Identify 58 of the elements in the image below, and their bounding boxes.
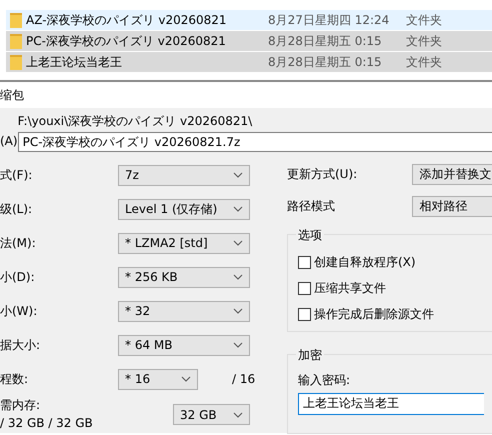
checkbox[interactable] [298, 308, 311, 320]
thread-count: / 16 [232, 371, 256, 388]
caret-icon [233, 172, 243, 178]
caret-icon [233, 412, 243, 418]
file-date: 8月28日星期五 0:15 [268, 33, 383, 50]
file-name: PC-深夜学校のパイズリ v20260821 [26, 33, 226, 50]
field-label: 式(F): [0, 167, 34, 184]
checkbox[interactable] [298, 256, 311, 268]
checkbox-label: 压缩共享文件 [314, 280, 386, 297]
file-row[interactable]: AZ-深夜学校のパイズリ v20260821 8月27日星期四 12:24 文件夹 [6, 10, 492, 30]
field-label: (A) [0, 134, 18, 148]
caret-icon [233, 206, 243, 212]
folder-icon [10, 54, 22, 70]
caret-icon [181, 376, 191, 382]
field-label: 小(D): [0, 269, 36, 286]
file-row[interactable]: 上老王论坛当老王 8月28日星期五 0:15 文件夹 [6, 52, 492, 72]
password-field[interactable]: 上老王论坛当老王 [298, 393, 484, 415]
checkbox-label: 创建自释放程序(X) [314, 254, 416, 271]
field-label: 路径模式 [287, 198, 336, 215]
dropdown[interactable]: * 16 [118, 368, 198, 390]
dropdown[interactable]: 添加并替换文 [412, 164, 492, 184]
group-title: 选项 [296, 226, 324, 244]
field-label: 小(W): [0, 303, 38, 320]
memory-usage: / 32 GB / 32 GB [0, 415, 94, 432]
caret-icon [233, 240, 243, 246]
field-label: 法(M): [0, 235, 37, 252]
file-type: 文件夹 [406, 54, 442, 71]
caret-icon [233, 342, 243, 348]
caret-icon [233, 308, 243, 314]
dropdown[interactable]: * 256 KB [118, 266, 250, 288]
dialog-title: 缩包 [0, 88, 24, 102]
checkbox[interactable] [298, 282, 311, 294]
checkbox-label: 操作完成后删除源文件 [314, 306, 434, 323]
folder-path: F:\youxi\深夜学校のパイズリ v20260821\ [18, 113, 254, 130]
field-label: 程数: [0, 371, 30, 388]
file-date: 8月27日星期四 12:24 [268, 12, 390, 29]
file-row[interactable]: PC-深夜学校のパイズリ v20260821 8月28日星期五 0:15 文件夹 [6, 31, 492, 51]
file-type: 文件夹 [406, 12, 442, 29]
archive-name-field[interactable]: PC-深夜学校のパイズリ v20260821.7z [18, 132, 492, 152]
dropdown[interactable]: * 32 [118, 300, 250, 322]
dropdown[interactable]: Level 1 (仅存储) [118, 198, 250, 220]
field-label: 更新方式(U): [287, 166, 358, 183]
field-label: 需内存: [0, 397, 42, 414]
field-label: 输入密码: [298, 372, 352, 389]
file-type: 文件夹 [406, 33, 442, 50]
dropdown[interactable]: 相对路径 [412, 196, 492, 216]
file-name: AZ-深夜学校のパイズリ v20260821 [26, 12, 227, 29]
file-date: 8月28日星期五 0:15 [268, 54, 383, 71]
dropdown[interactable]: 7z [118, 164, 250, 186]
dropdown[interactable]: * LZMA2 [std] [118, 232, 250, 254]
dropdown[interactable]: 32 GB [173, 404, 250, 425]
field-label: 据大小: [0, 337, 42, 354]
folder-icon [10, 12, 22, 28]
dropdown[interactable]: * 64 MB [118, 334, 250, 356]
field-label: 级(L): [0, 201, 34, 218]
caret-icon [233, 274, 243, 280]
file-name: 上老王论坛当老王 [26, 54, 122, 71]
folder-icon [10, 33, 22, 49]
